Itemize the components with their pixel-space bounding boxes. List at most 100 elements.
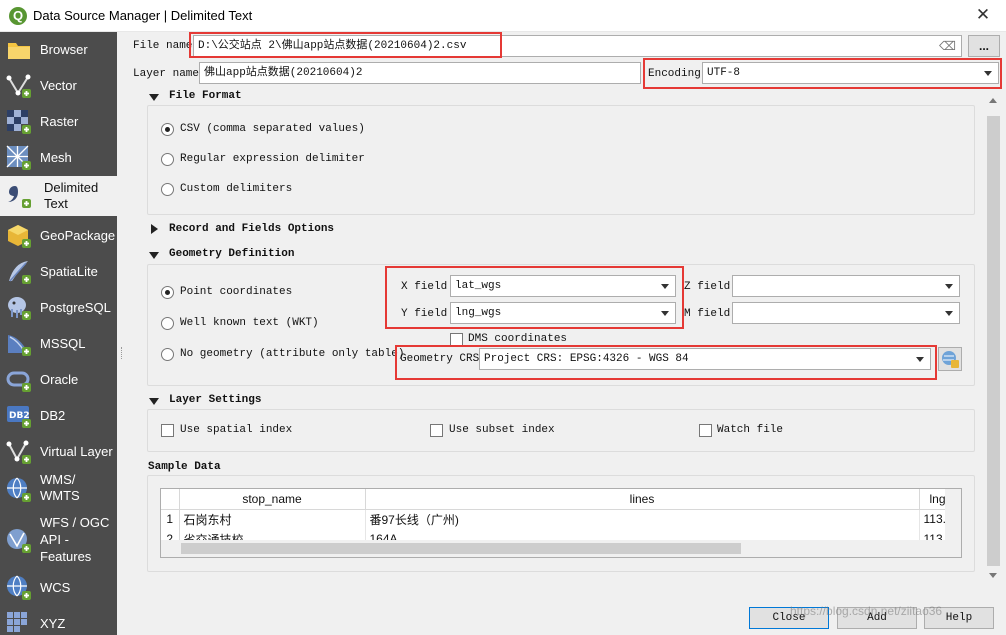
layer-settings-title[interactable]: Layer Settings: [169, 394, 261, 406]
chevron-down-icon: [945, 311, 953, 316]
sidebar-item-mssql[interactable]: MSSQL: [0, 326, 117, 362]
scroll-down-icon[interactable]: [989, 573, 997, 578]
wcs-icon: [7, 575, 31, 600]
geopackage-icon: [8, 225, 31, 248]
sidebar-item-wfs[interactable]: WFS / OGC API - Features: [0, 514, 117, 570]
sidebar-item-label: Raster: [40, 114, 79, 129]
delimited-text-icon: [8, 186, 31, 208]
row-number: 1: [161, 509, 180, 529]
sidebar-item-raster[interactable]: Raster: [0, 104, 117, 140]
sidebar-item-label: WFS / OGC API - Features: [40, 515, 110, 564]
sidebar-item-label: Browser: [40, 42, 88, 57]
postgresql-icon: [8, 297, 31, 320]
sidebar-item-oracle[interactable]: Oracle: [0, 362, 117, 398]
no-geometry-label: No geometry (attribute only table): [180, 348, 405, 360]
globe-icon: [942, 351, 959, 368]
custom-delimiters-label: Custom delimiters: [180, 183, 293, 195]
layer-name-value: 佛山app站点数据(20210604)2: [204, 67, 363, 79]
no-geometry-radio[interactable]: [161, 348, 174, 361]
encoding-highlight: [643, 58, 1002, 89]
file-format-title[interactable]: File Format: [169, 90, 242, 102]
sidebar-item-browser[interactable]: Browser: [0, 32, 117, 68]
collapse-arrow-icon[interactable]: [149, 398, 159, 405]
z-field-select[interactable]: [732, 275, 960, 297]
sidebar-item-vector[interactable]: Vector: [0, 68, 117, 104]
sample-data-group: stop_name lines lng 1 石岗东村 番97长线（广州) 113…: [147, 475, 975, 572]
sidebar-item-geopackage[interactable]: GeoPackage: [0, 218, 117, 254]
mssql-icon: [8, 335, 31, 356]
crs-highlight: [395, 345, 937, 380]
table-row[interactable]: 1 石岗东村 番97长线（广州) 113.: [161, 509, 950, 529]
spatial-index-checkbox[interactable]: [161, 424, 174, 437]
regex-radio[interactable]: [161, 153, 174, 166]
sidebar-item-mesh[interactable]: Mesh: [0, 140, 117, 176]
delimited-text-panel: File name D:\公交站点 2\佛山app站点数据(20210604)2…: [129, 32, 1006, 635]
custom-delimiters-radio[interactable]: [161, 183, 174, 196]
sidebar-item-label: PostgreSQL: [40, 300, 111, 315]
table-cell: 石岗东村: [179, 509, 366, 529]
qgis-logo-icon: Q: [9, 7, 27, 25]
sidebar-item-postgresql[interactable]: PostgreSQL: [0, 290, 117, 326]
sidebar-splitter[interactable]: [117, 32, 129, 635]
xy-field-highlight: [385, 266, 684, 329]
spatialite-icon: [9, 261, 31, 284]
table-header-row: stop_name lines lng: [161, 489, 950, 510]
spatial-index-label: Use spatial index: [180, 424, 293, 436]
file-name-highlight: [189, 32, 502, 58]
scroll-up-icon[interactable]: [989, 98, 997, 103]
column-header[interactable]: stop_name: [179, 489, 366, 510]
z-field-label: Z field: [684, 281, 731, 293]
watch-file-checkbox[interactable]: [699, 424, 712, 437]
title-bar: Q Data Source Manager | Delimited Text ✕: [0, 0, 1006, 32]
column-header[interactable]: lines: [365, 489, 920, 510]
subset-index-label: Use subset index: [449, 424, 555, 436]
dms-label: DMS coordinates: [468, 333, 568, 345]
watch-file-label: Watch file: [717, 424, 784, 436]
sidebar-item-label: SpatiaLite: [40, 264, 98, 279]
db2-icon: DB2: [7, 406, 31, 428]
xyz-icon: [7, 612, 27, 632]
browse-file-button[interactable]: ...: [968, 35, 1000, 57]
oracle-icon: [6, 371, 31, 392]
sidebar-item-label: WCS: [40, 580, 71, 595]
main-vertical-scrollbar[interactable]: [985, 90, 1002, 582]
subset-index-checkbox[interactable]: [430, 424, 443, 437]
wkt-radio[interactable]: [161, 317, 174, 330]
point-coordinates-radio[interactable]: [161, 286, 174, 299]
sidebar-item-label: Virtual Layer: [40, 444, 113, 459]
sample-data-title: Sample Data: [148, 461, 221, 473]
source-sidebar: Browser Vector Raster Mesh Delimited Tex…: [0, 32, 117, 635]
record-fields-title[interactable]: Record and Fields Options: [169, 223, 334, 235]
table-cell: 番97长线（广州): [365, 509, 920, 529]
close-window-button[interactable]: ✕: [960, 0, 1006, 32]
file-format-group: CSV (comma separated values) Regular exp…: [147, 105, 975, 215]
sidebar-item-delimited-text[interactable]: Delimited Text: [0, 176, 117, 216]
collapse-arrow-icon[interactable]: [149, 252, 159, 259]
sidebar-item-label: DB2: [40, 408, 66, 423]
wfs-icon: [7, 529, 31, 553]
sidebar-item-xyz[interactable]: XYZ: [0, 606, 117, 635]
sidebar-item-spatialite[interactable]: SpatiaLite: [0, 254, 117, 290]
chevron-down-icon: [945, 284, 953, 289]
sidebar-item-label: GeoPackage: [40, 228, 116, 243]
collapse-arrow-icon[interactable]: [149, 94, 159, 101]
table-horizontal-scrollbar[interactable]: [161, 540, 961, 557]
sidebar-item-virtual-layer[interactable]: Virtual Layer: [0, 434, 117, 470]
table-vertical-scrollbar[interactable]: [945, 489, 961, 541]
folder-icon: [8, 43, 30, 59]
geometry-definition-title[interactable]: Geometry Definition: [169, 248, 294, 260]
layer-name-input[interactable]: 佛山app站点数据(20210604)2: [199, 62, 641, 84]
wms-icon: [7, 477, 31, 502]
sidebar-item-wms[interactable]: WMS/ WMTS: [0, 470, 117, 510]
clear-input-icon[interactable]: ⌫: [939, 39, 956, 53]
select-crs-button[interactable]: [938, 347, 962, 371]
m-field-select[interactable]: [732, 302, 960, 324]
vector-icon: [6, 74, 31, 98]
sample-data-table-frame: stop_name lines lng 1 石岗东村 番97长线（广州) 113…: [160, 488, 962, 558]
sidebar-item-db2[interactable]: DB2 DB2: [0, 398, 117, 434]
layer-name-label: Layer name: [133, 68, 200, 80]
sidebar-item-wcs[interactable]: WCS: [0, 570, 117, 606]
expand-arrow-icon[interactable]: [151, 224, 158, 234]
scrollbar-thumb[interactable]: [987, 116, 1000, 566]
csv-radio[interactable]: [161, 123, 174, 136]
